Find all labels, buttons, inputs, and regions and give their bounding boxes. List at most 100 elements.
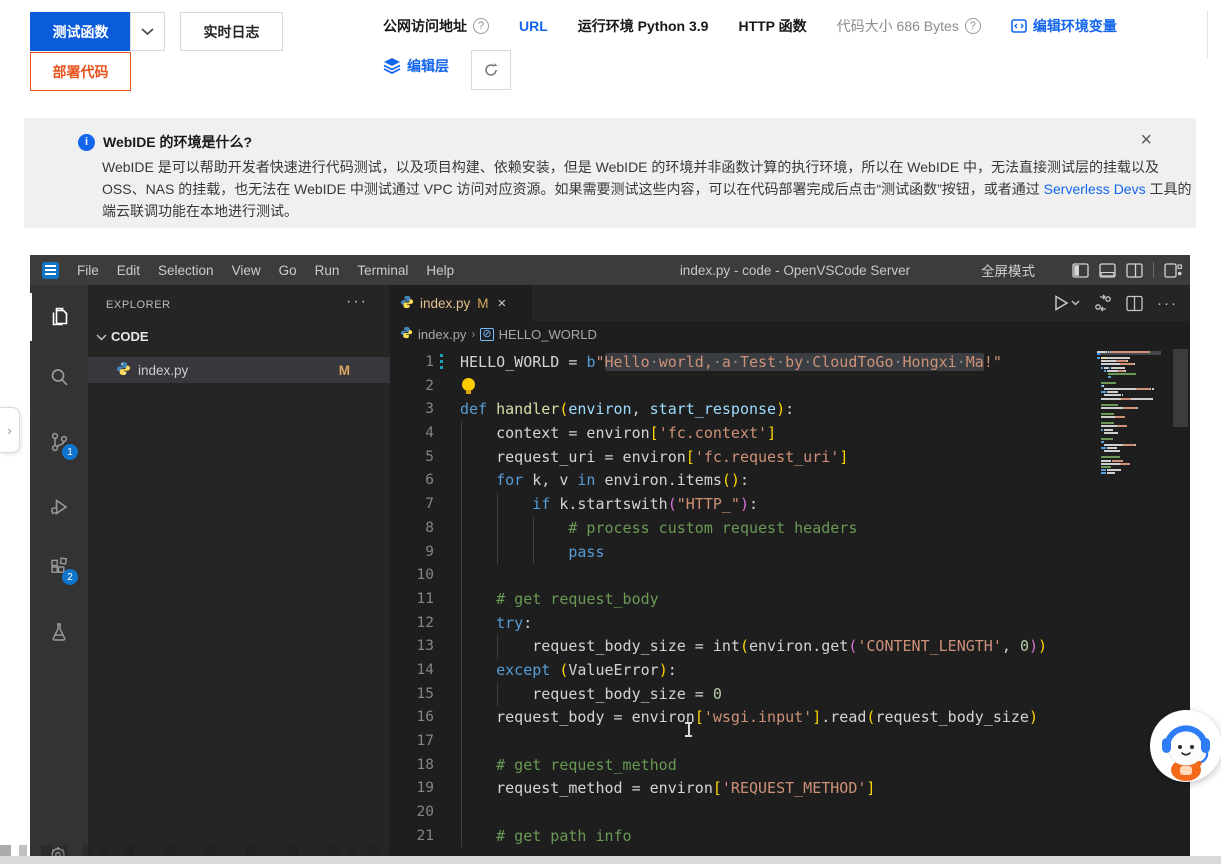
menu-view[interactable]: View	[223, 255, 270, 285]
code-line: 1HELLO_WORLD = b"Hello·world,·a·Test·by·…	[390, 351, 1097, 375]
menu-edit[interactable]: Edit	[108, 255, 149, 285]
code-line: 2	[390, 375, 1097, 399]
code-line: 15 request_body_size = 0	[390, 683, 1097, 707]
menu-run[interactable]: Run	[306, 255, 349, 285]
toggle-sidebar-icon[interactable]	[1072, 262, 1089, 279]
vscode-logo-icon	[42, 262, 59, 279]
edit-env-vars-link[interactable]: 编辑环境变量	[1011, 16, 1117, 36]
line-number: 19	[390, 777, 434, 801]
python-file-icon	[400, 326, 413, 342]
code-line: 14 except (ValueError):	[390, 659, 1097, 683]
line-number: 4	[390, 422, 434, 446]
url-link[interactable]: URL	[519, 18, 548, 34]
file-name: index.py	[138, 363, 188, 378]
banner-body: WebIDE 是可以帮助开发者快速进行代码测试，以及项目构建、依赖安装，但是 W…	[102, 156, 1196, 222]
testing-icon[interactable]	[30, 608, 88, 656]
line-number: 8	[390, 517, 434, 541]
run-debug-icon[interactable]	[30, 483, 88, 531]
public-url-label: 公网访问地址	[383, 16, 467, 36]
code-line: 17	[390, 730, 1097, 754]
customize-layout-icon[interactable]	[1164, 262, 1182, 279]
code-editor[interactable]: 1HELLO_WORLD = b"Hello·world,·a·Test·by·…	[390, 347, 1097, 848]
file-item-indexpy[interactable]: index.py M	[88, 357, 390, 383]
run-or-debug-icon[interactable]	[1094, 294, 1112, 312]
breadcrumb-symbol[interactable]: HELLO_WORLD	[499, 327, 597, 342]
serverless-devs-link[interactable]: Serverless Devs	[1044, 181, 1146, 197]
code-line: 4 context = environ['fc.context']	[390, 422, 1097, 446]
support-mascot-button[interactable]	[1150, 710, 1221, 782]
fullscreen-mode-button[interactable]: 全屏模式	[981, 260, 1035, 280]
code-line: 7 if k.startswith("HTTP_"):	[390, 493, 1097, 517]
code-line: 10	[390, 564, 1097, 588]
code-size-label: 代码大小 686 Bytes	[837, 16, 959, 36]
menubar: FileEditSelectionViewGoRunTerminalHelp	[68, 255, 463, 285]
code-line: 8 # process custom request headers	[390, 517, 1097, 541]
extensions-icon[interactable]: 2	[30, 543, 88, 591]
search-icon[interactable]	[30, 353, 88, 401]
test-function-button[interactable]: 测试函数	[30, 12, 131, 51]
code-line: 20	[390, 801, 1097, 825]
code-line: 6 for k, v in environ.items():	[390, 469, 1097, 493]
chevron-down-icon	[96, 329, 107, 344]
editor-more-actions[interactable]: ···	[1157, 295, 1178, 312]
source-control-icon[interactable]: 1	[30, 418, 88, 466]
info-icon: i	[78, 134, 95, 151]
banner-close-icon[interactable]: ×	[1140, 130, 1152, 150]
run-file-button[interactable]	[1054, 295, 1080, 311]
explorer-icon[interactable]	[30, 293, 88, 341]
layers-icon	[383, 57, 401, 75]
breadcrumb[interactable]: index.py › ⊘ HELLO_WORLD	[390, 321, 1190, 347]
bottom-strip	[0, 856, 1221, 864]
window-title: index.py - code - OpenVSCode Server	[630, 263, 960, 278]
code-line: 12 try:	[390, 612, 1097, 636]
code-line: 5 request_uri = environ['fc.request_uri'…	[390, 446, 1097, 470]
help-icon[interactable]: ?	[473, 18, 489, 34]
breadcrumb-file[interactable]: index.py	[418, 327, 466, 342]
test-function-dropdown[interactable]	[130, 12, 165, 51]
vscode-window: FileEditSelectionViewGoRunTerminalHelp i…	[30, 255, 1190, 864]
menu-terminal[interactable]: Terminal	[348, 255, 417, 285]
line-number: 6	[390, 469, 434, 493]
divider	[1153, 262, 1154, 278]
menu-go[interactable]: Go	[270, 255, 306, 285]
realtime-log-button[interactable]: 实时日志	[180, 12, 283, 51]
scm-badge: 1	[62, 444, 78, 460]
line-number: 11	[390, 588, 434, 612]
editor-group: index.py M × ··· index.py	[390, 285, 1190, 864]
code-line: 19 request_method = environ['REQUEST_MET…	[390, 777, 1097, 801]
line-number: 18	[390, 754, 434, 778]
extensions-badge: 2	[62, 569, 78, 585]
explorer-more-actions[interactable]: ···	[346, 293, 368, 311]
toggle-panel-icon[interactable]	[1099, 262, 1116, 279]
edit-layer-link[interactable]: 编辑层	[383, 56, 449, 76]
refresh-icon	[483, 62, 499, 78]
line-number: 14	[390, 659, 434, 683]
tab-close-icon[interactable]: ×	[498, 295, 507, 312]
code-line: 16 request_body = environ['wsgi.input'].…	[390, 706, 1097, 730]
expand-panel-handle[interactable]: ›	[0, 407, 20, 453]
toggle-secondary-sidebar-icon[interactable]	[1126, 262, 1143, 279]
explorer-section-code[interactable]: CODE	[88, 323, 390, 349]
menu-file[interactable]: File	[68, 255, 108, 285]
line-number: 20	[390, 801, 434, 825]
line-number: 15	[390, 683, 434, 707]
tab-modified-badge: M	[477, 296, 488, 311]
menu-help[interactable]: Help	[417, 255, 463, 285]
tab-indexpy[interactable]: index.py M ×	[390, 285, 533, 321]
divider	[1207, 10, 1208, 58]
runtime-label: 运行环境 Python 3.9	[578, 16, 709, 36]
chevron-down-icon	[141, 28, 154, 36]
split-editor-icon[interactable]	[1126, 295, 1143, 312]
help-icon[interactable]: ?	[965, 18, 981, 34]
refresh-button[interactable]	[471, 50, 511, 90]
line-number: 13	[390, 635, 434, 659]
menu-selection[interactable]: Selection	[149, 255, 223, 285]
deploy-code-button[interactable]: 部署代码	[30, 52, 131, 91]
scrollbar[interactable]	[1171, 347, 1190, 864]
activity-bar: 1 2	[30, 285, 88, 864]
scrollbar-slider[interactable]	[1173, 349, 1188, 427]
code-line: 9 pass	[390, 541, 1097, 565]
python-file-icon	[400, 295, 414, 312]
line-number: 5	[390, 446, 434, 470]
line-number: 16	[390, 706, 434, 730]
